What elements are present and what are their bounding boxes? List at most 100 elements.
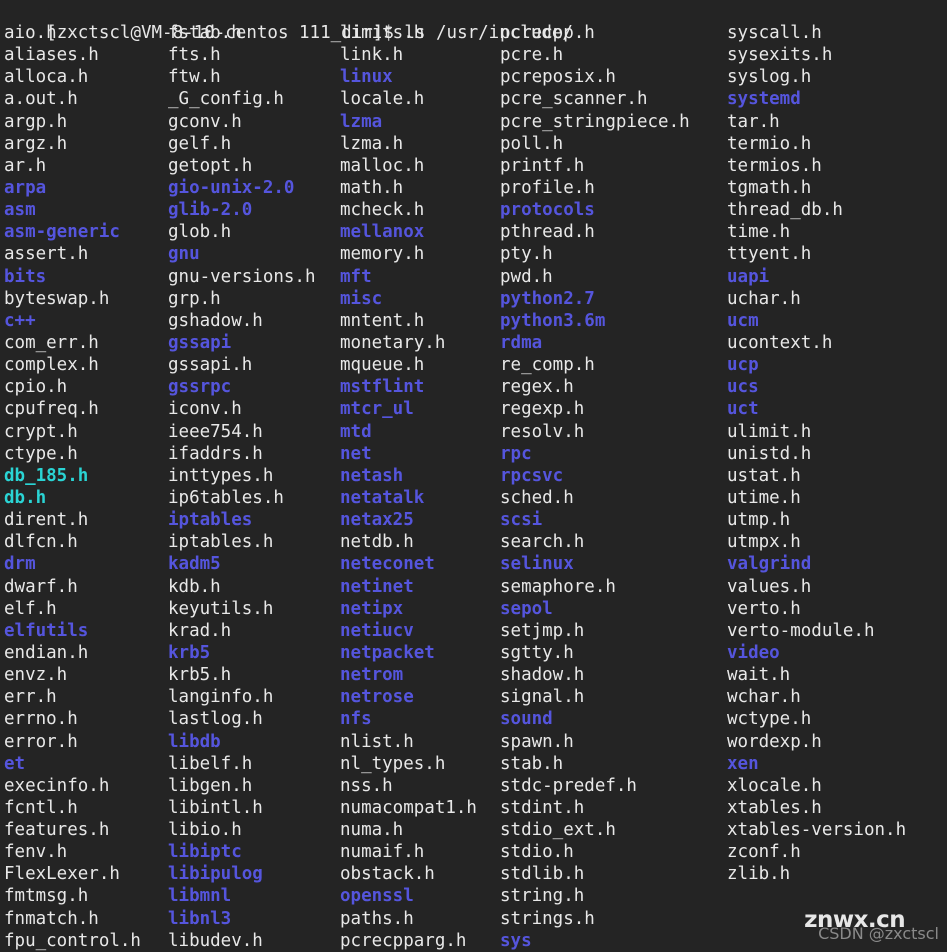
terminal-window[interactable]: [zxctscl@VM-8-10-centos 111_dir]$ ls /us…	[0, 0, 947, 952]
listing-entry-file: krb5.h	[168, 665, 232, 686]
listing-entry-file: verto-module.h	[727, 620, 875, 641]
listing-entry-file: stab.h	[500, 753, 564, 774]
listing-entry-dir: mtd	[340, 421, 372, 442]
listing-entry-file: xlocale.h	[727, 775, 822, 796]
listing-entry-dir: mtcr_ul	[340, 399, 414, 420]
listing-entry-file: iconv.h	[168, 399, 242, 420]
listing-entry-dir: c++	[4, 310, 36, 331]
listing-entry-file: ifaddrs.h	[168, 443, 263, 464]
listing-entry-file: error.h	[4, 731, 78, 752]
listing-entry-file: values.h	[727, 576, 812, 597]
listing-entry-file: ftw.h	[168, 67, 221, 88]
listing-entry-dir: sound	[500, 709, 553, 730]
listing-entry-file: tgmath.h	[727, 177, 812, 198]
listing-entry-dir: scsi	[500, 510, 543, 531]
listing-entry-dir: rdma	[500, 332, 543, 353]
listing-entry-file: gshadow.h	[168, 310, 263, 331]
listing-entry-file: keyutils.h	[168, 598, 274, 619]
listing-entry-dir: mellanox	[340, 222, 425, 243]
listing-entry-file: strings.h	[500, 908, 595, 929]
directory-listing: aio.h aliases.h alloca.h a.out.h argp.h argz.…	[0, 22, 947, 952]
listing-entry-file: sysexits.h	[727, 45, 833, 66]
listing-entry-file: inttypes.h	[168, 465, 274, 486]
listing-entry-file: cpio.h	[4, 377, 68, 398]
listing-entry-dir: netatalk	[340, 487, 425, 508]
listing-entry-dir: mstflint	[340, 377, 425, 398]
listing-entry-file: thread_db.h	[727, 200, 843, 221]
listing-column-2: fstab.h fts.h ftw.h _G_config.h gconv.h gelf.…	[168, 22, 340, 952]
listing-entry-dir: arpa	[4, 177, 47, 198]
listing-entry-file: nl_types.h	[340, 753, 446, 774]
listing-entry-link: db.h	[4, 487, 47, 508]
listing-entry-file: regexp.h	[500, 399, 585, 420]
listing-entry-dir: video	[727, 642, 780, 663]
listing-entry-file: pwd.h	[500, 266, 553, 287]
listing-entry-file: math.h	[340, 177, 404, 198]
listing-entry-file: fts.h	[168, 45, 221, 66]
listing-entry-dir: lzma	[340, 111, 383, 132]
listing-entry-dir: libipulog	[168, 864, 263, 885]
listing-entry-file: pcre_scanner.h	[500, 89, 648, 110]
listing-entry-file: numaif.h	[340, 842, 425, 863]
listing-entry-file: fcntl.h	[4, 797, 78, 818]
listing-entry-dir: gssapi	[168, 332, 232, 353]
listing-entry-file: utmp.h	[727, 510, 791, 531]
listing-entry-file: syslog.h	[727, 67, 812, 88]
listing-entry-file: gconv.h	[168, 111, 242, 132]
listing-entry-dir: linux	[340, 67, 393, 88]
listing-entry-file: resolv.h	[500, 421, 585, 442]
listing-entry-file: execinfo.h	[4, 775, 110, 796]
listing-entry-file: pcrecpp.h	[500, 23, 595, 43]
listing-entry-file: time.h	[727, 222, 791, 243]
listing-column-4: pcrecpp.h pcre.h pcreposix.h pcre_scanner.h…	[500, 22, 727, 952]
listing-entry-file: fstab.h	[168, 23, 242, 43]
listing-entry-file: malloc.h	[340, 155, 425, 176]
listing-entry-file: dlfcn.h	[4, 532, 78, 553]
listing-entry-file: ucontext.h	[727, 332, 833, 353]
listing-entry-file: string.h	[500, 886, 585, 907]
listing-entry-file: langinfo.h	[168, 687, 274, 708]
listing-entry-dir: asm	[4, 200, 36, 221]
listing-entry-dir: gio-unix-2.0	[168, 177, 295, 198]
listing-entry-file: termios.h	[727, 155, 822, 176]
listing-entry-file: argp.h	[4, 111, 68, 132]
listing-entry-file: mcheck.h	[340, 200, 425, 221]
listing-entry-file: kdb.h	[168, 576, 221, 597]
listing-entry-link: db_185.h	[4, 465, 89, 486]
listing-entry-file: aio.h	[4, 23, 57, 43]
listing-entry-file: fenv.h	[4, 842, 68, 863]
listing-entry-file: libelf.h	[168, 753, 253, 774]
listing-entry-dir: asm-generic	[4, 222, 120, 243]
listing-entry-dir: protocols	[500, 200, 595, 221]
listing-column-5: syscall.h sysexits.h syslog.h systemd tar.h t…	[727, 22, 947, 885]
listing-entry-dir: python2.7	[500, 288, 595, 309]
listing-entry-dir: misc	[340, 288, 383, 309]
listing-entry-file: re_comp.h	[500, 355, 595, 376]
listing-entry-file: envz.h	[4, 665, 68, 686]
listing-entry-file: argz.h	[4, 133, 68, 154]
listing-entry-file: fmtmsg.h	[4, 886, 89, 907]
listing-entry-file: stdio.h	[500, 842, 574, 863]
listing-entry-file: limits.h	[340, 23, 425, 43]
listing-entry-file: elf.h	[4, 598, 57, 619]
listing-entry-dir: netpacket	[340, 642, 435, 663]
listing-entry-dir: elfutils	[4, 620, 89, 641]
listing-entry-file: tar.h	[727, 111, 780, 132]
listing-entry-file: ip6tables.h	[168, 487, 284, 508]
listing-entry-file: aliases.h	[4, 45, 99, 66]
listing-entry-file: pthread.h	[500, 222, 595, 243]
listing-entry-file: crypt.h	[4, 421, 78, 442]
listing-entry-dir: python3.6m	[500, 310, 606, 331]
listing-entry-dir: drm	[4, 554, 36, 575]
listing-entry-dir: netipx	[340, 598, 404, 619]
listing-entry-file: verto.h	[727, 598, 801, 619]
listing-entry-dir: libdb	[168, 731, 221, 752]
listing-entry-file: paths.h	[340, 908, 414, 929]
listing-entry-file: features.h	[4, 820, 110, 841]
listing-entry-file: ar.h	[4, 155, 47, 176]
listing-entry-file: search.h	[500, 532, 585, 553]
listing-entry-dir: selinux	[500, 554, 574, 575]
listing-entry-file: grp.h	[168, 288, 221, 309]
listing-entry-file: sched.h	[500, 487, 574, 508]
listing-entry-file: pcreposix.h	[500, 67, 616, 88]
